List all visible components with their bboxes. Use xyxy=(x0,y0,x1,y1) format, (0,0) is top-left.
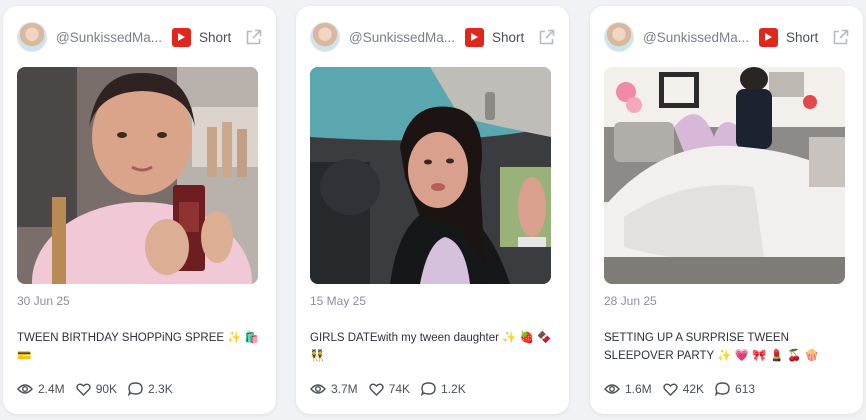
eye-icon xyxy=(310,384,326,394)
external-link-icon[interactable] xyxy=(244,28,262,46)
comment-icon xyxy=(128,382,143,396)
views-stat: 1.6M xyxy=(604,382,652,396)
comments-stat: 1.2K xyxy=(421,382,466,396)
channel-handle[interactable]: @SunkissedMa... xyxy=(56,30,164,45)
eye-icon xyxy=(17,384,33,394)
post-date: 30 Jun 25 xyxy=(17,294,70,308)
card-header: @SunkissedMa... Short xyxy=(604,20,849,54)
views-count: 1.6M xyxy=(625,382,652,396)
avatar[interactable] xyxy=(17,22,47,52)
views-count: 2.4M xyxy=(38,382,65,396)
comment-icon xyxy=(715,382,730,396)
views-stat: 3.7M xyxy=(310,382,358,396)
post-stats: 3.7M 74K 1.2K xyxy=(310,382,477,396)
external-link-icon[interactable] xyxy=(831,28,849,46)
video-thumbnail[interactable] xyxy=(604,67,845,284)
comments-count: 613 xyxy=(735,382,756,396)
video-thumbnail[interactable] xyxy=(17,67,258,284)
comments-count: 1.2K xyxy=(441,382,466,396)
youtube-icon xyxy=(759,27,778,47)
external-link-icon[interactable] xyxy=(537,28,555,46)
channel-handle[interactable]: @SunkissedMa... xyxy=(643,30,751,45)
platform-label: Short xyxy=(786,29,819,45)
platform-label: Short xyxy=(492,29,525,45)
youtube-icon xyxy=(465,27,484,47)
comment-icon xyxy=(421,382,436,396)
post-date: 28 Jun 25 xyxy=(604,294,657,308)
heart-icon xyxy=(662,383,678,396)
likes-stat: 42K xyxy=(662,382,705,396)
comments-stat: 2.3K xyxy=(128,382,173,396)
likes-count: 74K xyxy=(388,382,411,396)
card-header: @SunkissedMa... Short xyxy=(310,20,555,54)
heart-icon xyxy=(75,383,91,396)
avatar[interactable] xyxy=(604,22,634,52)
likes-stat: 74K xyxy=(368,382,411,396)
comments-stat: 613 xyxy=(715,382,755,396)
post-card[interactable]: @SunkissedMa... Short xyxy=(590,6,863,414)
eye-icon xyxy=(604,384,620,394)
post-stats: 2.4M 90K 2.3K xyxy=(17,382,184,396)
likes-stat: 90K xyxy=(75,382,118,396)
post-caption: SETTING UP A SURPRISE TWEEN SLEEPOVER PA… xyxy=(604,332,820,362)
post-caption: TWEEN BIRTHDAY SHOPPiNG SPREE ✨ 🛍️ 💳 xyxy=(17,332,260,362)
views-stat: 2.4M xyxy=(17,382,65,396)
video-thumbnail[interactable] xyxy=(310,67,551,284)
platform-label: Short xyxy=(199,29,232,45)
card-header: @SunkissedMa... Short xyxy=(17,20,262,54)
comments-count: 2.3K xyxy=(148,382,173,396)
likes-count: 90K xyxy=(95,382,118,396)
views-count: 3.7M xyxy=(331,382,358,396)
youtube-icon xyxy=(172,27,191,47)
post-caption: GIRLS DATEwith my tween daughter ✨ 🍓 🍫 👯 xyxy=(310,332,552,362)
heart-icon xyxy=(368,383,384,396)
avatar[interactable] xyxy=(310,22,340,52)
likes-count: 42K xyxy=(682,382,705,396)
post-date: 15 May 25 xyxy=(310,294,367,308)
post-stats: 1.6M 42K 613 xyxy=(604,382,766,396)
channel-handle[interactable]: @SunkissedMa... xyxy=(349,30,457,45)
post-card[interactable]: @SunkissedMa... Short xyxy=(296,6,569,414)
post-card[interactable]: @SunkissedMa... Short xyxy=(3,6,276,414)
